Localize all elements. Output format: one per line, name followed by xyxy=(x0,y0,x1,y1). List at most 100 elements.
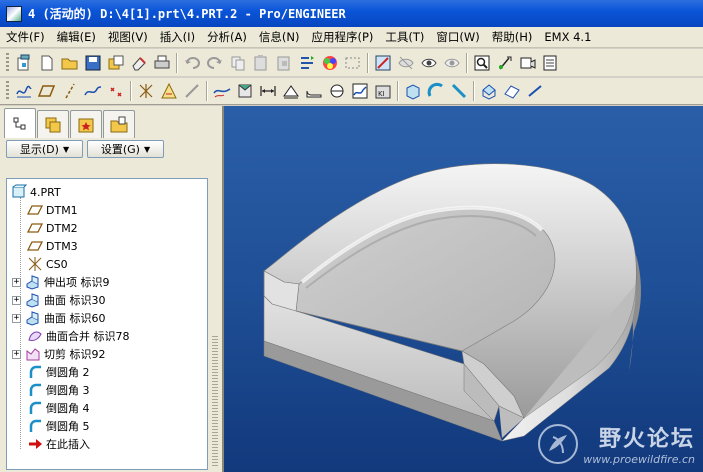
toolbar-grip[interactable] xyxy=(6,52,9,73)
open-icon[interactable] xyxy=(35,52,58,74)
menu-analysis[interactable]: 分析(A) xyxy=(201,27,253,48)
revolve-icon[interactable] xyxy=(424,80,447,102)
tree-item-cut[interactable]: + 切剪 标识92 xyxy=(12,345,106,363)
show-dropdown[interactable]: 显示(D) ▼ xyxy=(6,140,83,158)
expand-toggle[interactable]: + xyxy=(12,277,21,287)
tree-item-round-4[interactable]: 倒圆角 4 xyxy=(27,399,90,417)
menu-emx[interactable]: EMX 4.1 xyxy=(538,27,597,48)
tree-item-label: 曲面 标识30 xyxy=(44,294,106,307)
eye-dim-icon[interactable] xyxy=(440,52,463,74)
eye-icon[interactable] xyxy=(417,52,440,74)
folder-browser-tab[interactable] xyxy=(103,110,135,138)
copy-icon[interactable] xyxy=(226,52,249,74)
redo-icon[interactable] xyxy=(203,52,226,74)
sketched-curve-icon[interactable] xyxy=(81,80,104,102)
regenerate-icon[interactable] xyxy=(295,52,318,74)
separator xyxy=(466,52,467,73)
datum-plane-icon[interactable] xyxy=(35,80,58,102)
tree-item-dtm2[interactable]: DTM2 xyxy=(27,219,78,237)
hide-icon[interactable] xyxy=(394,52,417,74)
watermark-url: www.proewildfire.cn xyxy=(583,453,695,466)
tree-item-label: 倒圆角 5 xyxy=(46,420,90,433)
zoom-window-icon[interactable] xyxy=(470,52,493,74)
spin-center-icon[interactable] xyxy=(493,52,516,74)
expand-toggle[interactable]: + xyxy=(12,313,21,323)
round-icon[interactable] xyxy=(302,80,325,102)
watermark-logo-icon xyxy=(538,423,579,464)
tree-root[interactable]: 4.PRT xyxy=(11,183,61,201)
favorites-tab[interactable] xyxy=(70,110,102,138)
datum-curve-icon[interactable] xyxy=(12,80,35,102)
tree-root-label: 4.PRT xyxy=(30,185,61,199)
sketch-tool-icon[interactable] xyxy=(180,80,203,102)
tree-item-insert-here[interactable]: 在此插入 xyxy=(27,435,90,453)
settings-dropdown[interactable]: 设置(G) ▼ xyxy=(87,140,164,158)
menu-applications[interactable]: 应用程序(P) xyxy=(305,27,379,48)
draft-icon[interactable] xyxy=(279,80,302,102)
tree-item-round-5[interactable]: 倒圆角 5 xyxy=(27,417,90,435)
analysis-icon[interactable] xyxy=(157,80,180,102)
undo-icon[interactable] xyxy=(180,52,203,74)
expand-toggle[interactable]: + xyxy=(12,295,21,305)
paste-special-icon[interactable] xyxy=(272,52,295,74)
separator xyxy=(130,81,131,101)
graph-icon[interactable] xyxy=(348,80,371,102)
menu-tools[interactable]: 工具(T) xyxy=(379,27,430,48)
sweep-icon[interactable] xyxy=(233,80,256,102)
model-tree-tab[interactable] xyxy=(4,108,36,138)
boundary-icon[interactable] xyxy=(500,80,523,102)
datum-point-icon[interactable] xyxy=(104,80,127,102)
kit-icon[interactable]: KI xyxy=(371,80,394,102)
saved-views-icon[interactable] xyxy=(516,52,539,74)
layer-tree-tab[interactable] xyxy=(37,110,69,138)
csys-icon[interactable] xyxy=(134,80,157,102)
menu-help[interactable]: 帮助(H) xyxy=(486,27,539,48)
expand-toggle[interactable]: + xyxy=(12,349,21,359)
extrude-icon[interactable] xyxy=(401,80,424,102)
part-model[interactable] xyxy=(224,106,703,472)
menu-info[interactable]: 信息(N) xyxy=(253,27,306,48)
tree-item-label: DTM1 xyxy=(46,203,78,217)
repaint-icon[interactable] xyxy=(371,52,394,74)
shell-icon[interactable] xyxy=(325,80,348,102)
tree-item-surface-30[interactable]: + 曲面 标识30 xyxy=(12,291,106,309)
erase-icon[interactable] xyxy=(127,52,150,74)
tree-item-dtm1[interactable]: DTM1 xyxy=(27,201,78,219)
style-curve-icon[interactable] xyxy=(210,80,233,102)
dimension-icon[interactable] xyxy=(256,80,279,102)
round-icon xyxy=(27,418,43,434)
tree-item-label: 伸出项 标识9 xyxy=(44,276,110,289)
blend-icon[interactable] xyxy=(477,80,500,102)
appearance-icon[interactable] xyxy=(318,52,341,74)
save-icon[interactable] xyxy=(81,52,104,74)
tree-item-dtm3[interactable]: DTM3 xyxy=(27,237,78,255)
tree-item-merge[interactable]: 曲面合并 标识78 xyxy=(27,327,130,345)
tree-item-protrusion[interactable]: + 伸出项 标识9 xyxy=(12,273,110,291)
tree-item-cs0[interactable]: CS0 xyxy=(27,255,68,273)
save-copy-icon[interactable] xyxy=(104,52,127,74)
layers-icon[interactable] xyxy=(539,52,562,74)
tree-item-surface-60[interactable]: + 曲面 标识60 xyxy=(12,309,106,327)
menu-window[interactable]: 窗口(W) xyxy=(430,27,485,48)
selection-box-icon[interactable] xyxy=(341,52,364,74)
panel-splitter[interactable] xyxy=(212,336,218,466)
tree-item-round-2[interactable]: 倒圆角 2 xyxy=(27,363,90,381)
open-folder-icon[interactable] xyxy=(58,52,81,74)
paste-icon[interactable] xyxy=(249,52,272,74)
menu-insert[interactable]: 插入(I) xyxy=(154,27,201,48)
menu-edit[interactable]: 编辑(E) xyxy=(51,27,102,48)
menu-view[interactable]: 视图(V) xyxy=(102,27,154,48)
datum-axis-icon[interactable] xyxy=(58,80,81,102)
toolbar-grip[interactable] xyxy=(6,81,9,101)
print-icon[interactable] xyxy=(150,52,173,74)
round-icon xyxy=(27,382,43,398)
tree-item-label: 倒圆角 4 xyxy=(46,402,90,415)
menu-file[interactable]: 文件(F) xyxy=(0,27,51,48)
variable-sweep-icon[interactable] xyxy=(447,80,470,102)
new-icon[interactable] xyxy=(12,52,35,74)
graphics-window[interactable]: 野火论坛 www.proewildfire.cn xyxy=(222,106,703,472)
tree-item-round-3[interactable]: 倒圆角 3 xyxy=(27,381,90,399)
favorites-icon xyxy=(78,118,94,132)
proe-app-icon[interactable] xyxy=(6,5,22,22)
more-icon[interactable] xyxy=(523,80,546,102)
